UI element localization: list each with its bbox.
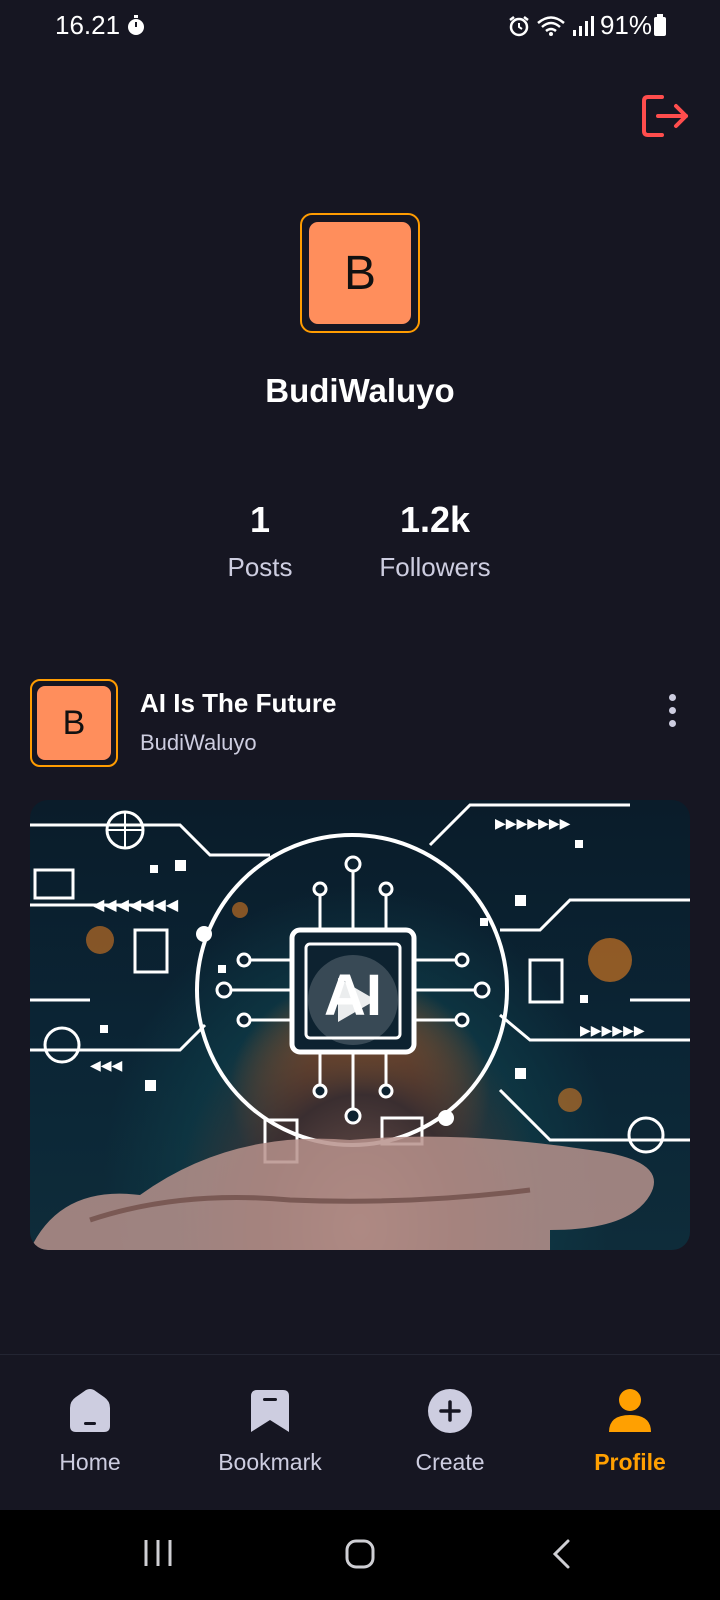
- recent-apps-icon[interactable]: [143, 1538, 173, 1568]
- stat-posts: 1 Posts: [210, 500, 310, 583]
- system-home-icon[interactable]: [344, 1538, 376, 1570]
- bottom-nav: Home Bookmark Create Profile: [0, 1354, 720, 1510]
- nav-profile[interactable]: Profile: [555, 1385, 705, 1476]
- nav-home-label: Home: [59, 1449, 121, 1475]
- nav-home[interactable]: Home: [15, 1385, 165, 1476]
- stat-followers: 1.2k Followers: [360, 500, 510, 583]
- svg-text:▶▶▶▶▶▶: ▶▶▶▶▶▶: [580, 1023, 645, 1039]
- post-author[interactable]: BudiWaluyo: [140, 730, 257, 756]
- nav-bookmark-label: Bookmark: [218, 1449, 322, 1475]
- wifi-icon: [537, 15, 565, 36]
- stopwatch-icon: [128, 15, 144, 35]
- svg-text:◀◀◀◀◀◀◀: ◀◀◀◀◀◀◀: [92, 895, 179, 914]
- followers-label: Followers: [379, 551, 491, 582]
- posts-count: 1: [249, 499, 271, 540]
- system-nav-bar: [0, 1510, 720, 1600]
- bookmark-icon: [251, 1390, 289, 1432]
- status-indicators: 91%: [508, 10, 652, 41]
- status-bar: 16.21 91%: [0, 0, 720, 52]
- nav-create-label: Create: [415, 1449, 485, 1475]
- svg-text:▶▶▶▶▶▶▶: ▶▶▶▶▶▶▶: [495, 816, 571, 832]
- posts-label: Posts: [227, 551, 293, 582]
- back-icon[interactable]: [550, 1538, 572, 1570]
- profile-avatar-initial: B: [309, 222, 411, 324]
- post-menu-icon[interactable]: [660, 694, 684, 738]
- nav-profile-label: Profile: [594, 1449, 666, 1475]
- svg-text:◀◀◀: ◀◀◀: [90, 1058, 123, 1074]
- nav-bookmark[interactable]: Bookmark: [195, 1385, 345, 1476]
- status-time: 16.21: [55, 10, 121, 40]
- plus-circle-icon: [428, 1389, 472, 1433]
- profile-icon: [609, 1389, 651, 1432]
- post-video-thumbnail[interactable]: AI: [30, 800, 690, 1250]
- alarm-icon: [509, 15, 529, 36]
- signal-icon: [572, 15, 594, 36]
- home-icon: [70, 1389, 110, 1432]
- post-author-avatar[interactable]: B: [30, 679, 118, 767]
- battery-percent: 91%: [599, 10, 652, 40]
- post-title[interactable]: AI Is The Future: [140, 688, 336, 719]
- logout-icon[interactable]: [640, 92, 692, 140]
- nav-create[interactable]: Create: [375, 1385, 525, 1476]
- ai-circuit-illustration: AI: [30, 803, 690, 1250]
- profile-username: BudiWaluyo: [265, 372, 455, 409]
- post-avatar-initial: B: [37, 686, 111, 760]
- battery-icon: [654, 14, 666, 36]
- profile-avatar: B: [300, 213, 420, 333]
- followers-count: 1.2k: [399, 499, 471, 540]
